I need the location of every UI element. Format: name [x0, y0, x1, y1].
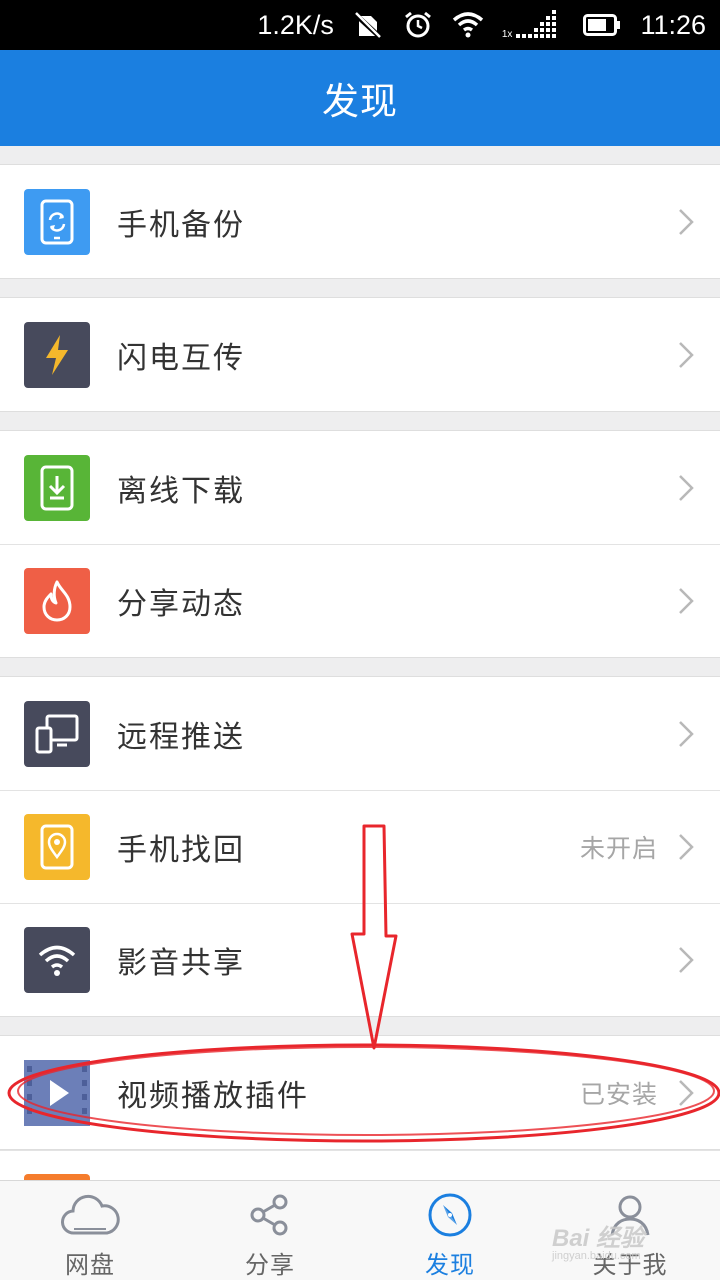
list-group: 手机备份 [0, 164, 720, 279]
clock: 11:26 [640, 9, 706, 40]
no-sim-icon [352, 9, 384, 41]
list-item[interactable]: 视频播放插件 已安装 [0, 1036, 720, 1149]
list-group: 视频播放插件 已安装 [0, 1035, 720, 1150]
alarm-icon [402, 9, 434, 41]
list-item-label: 分享动态 [117, 586, 245, 622]
page-title: 发现 [322, 80, 398, 123]
list-item[interactable]: 手机备份 [0, 165, 720, 278]
wifi-share-icon [24, 926, 90, 993]
lightning-icon [24, 321, 90, 388]
nav-item-1[interactable]: 分享 [180, 1181, 360, 1280]
flame-icon [24, 567, 90, 634]
chevron-right-icon [679, 208, 694, 235]
video-play-icon [24, 1059, 90, 1126]
nav-item-2[interactable]: 发现 [360, 1181, 540, 1280]
list-item-label: 手机找回 [117, 832, 245, 868]
list-item[interactable]: 离线下载 [0, 431, 720, 544]
offline-download-icon [24, 454, 90, 521]
nav-label: 发现 [425, 1251, 475, 1279]
app-header: 发现 [0, 50, 720, 146]
list-item[interactable] [0, 1150, 720, 1180]
chevron-right-icon [679, 833, 694, 860]
chevron-right-icon [679, 474, 694, 501]
list-item[interactable]: 手机找回 未开启 [0, 790, 720, 903]
list-item-label: 离线下载 [117, 473, 245, 509]
nav-label: 网盘 [65, 1251, 115, 1279]
phone-backup-icon [24, 188, 90, 255]
list-item[interactable]: 分享动态 [0, 544, 720, 657]
list-item-status: 已安装 [579, 1079, 658, 1109]
discover-list: 手机备份闪电互传离线下载分享动态远程推送手机找回 未开启影音共享视频播放插件 已安装 [0, 146, 720, 1180]
list-item[interactable]: 影音共享 [0, 903, 720, 1016]
nav-label: 分享 [245, 1251, 295, 1279]
watermark: Bai 经验 [552, 1225, 645, 1252]
list-group: 远程推送手机找回 未开启影音共享 [0, 676, 720, 1017]
list-item[interactable]: 闪电互传 [0, 298, 720, 411]
list-item[interactable]: 远程推送 [0, 677, 720, 790]
chevron-right-icon [679, 341, 694, 368]
chevron-right-icon [679, 720, 694, 747]
signal-icon: 1x [502, 10, 565, 40]
list-group [0, 1150, 720, 1180]
compass-icon [420, 1191, 480, 1239]
chevron-right-icon [679, 1079, 694, 1106]
list-item-label: 影音共享 [117, 945, 245, 981]
nav-item-0[interactable]: 网盘 [0, 1181, 180, 1280]
list-item-label: 视频播放插件 [117, 1078, 309, 1114]
cloud-icon [60, 1191, 120, 1239]
list-item-label: 远程推送 [117, 719, 245, 755]
battery-icon [582, 9, 622, 41]
watermark-url: jingyan.baidu.com [552, 1250, 641, 1262]
list-group: 闪电互传 [0, 297, 720, 412]
remote-push-icon [24, 700, 90, 767]
share-icon [240, 1191, 300, 1239]
status-bar: 1.2K/s 1x 11:26 [0, 0, 720, 50]
phone-locate-icon [24, 813, 90, 880]
list-group: 离线下载 分享动态 [0, 430, 720, 658]
chevron-right-icon [679, 587, 694, 614]
chevron-right-icon [679, 946, 694, 973]
network-speed: 1.2K/s [257, 9, 334, 40]
list-item-label: 手机备份 [117, 207, 245, 243]
list-item-status: 未开启 [579, 833, 658, 863]
wifi-icon [452, 9, 484, 41]
signal-multiplier: 1x [501, 29, 513, 40]
list-item-label: 闪电互传 [117, 340, 245, 376]
